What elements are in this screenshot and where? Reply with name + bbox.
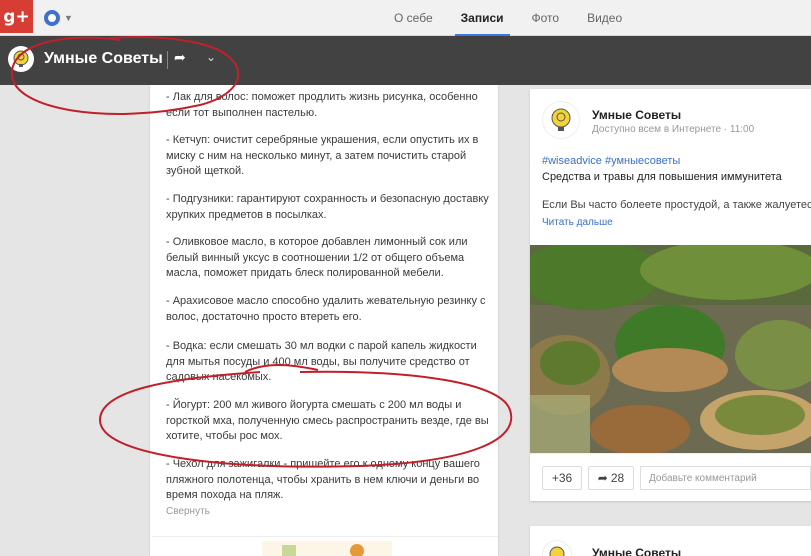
lightbulb-logo-icon[interactable] [542,101,580,139]
tab-about[interactable]: О себе [380,0,447,36]
page-title[interactable]: Умные Советы [44,50,163,68]
share-count: 28 [610,471,625,485]
header-divider [167,51,168,69]
post-paragraph: - Арахисовое масло способно удалить жева… [166,295,486,323]
tab-photos[interactable]: Фото [518,0,574,36]
post-paragraph: - Чехол для зажигалки - пришейте его к о… [166,458,480,501]
post-author-name[interactable]: Умные Советы [592,546,681,556]
share-button[interactable]: ➦ 28 [588,466,634,490]
top-bar: g+ ▼ О себе Записи Фото Видео [0,0,811,36]
lightbulb-logo-icon[interactable] [8,46,34,72]
read-more-link[interactable]: Читать дальше [542,217,613,228]
chevron-down-icon[interactable]: ⌄ [206,50,216,64]
herbs-photo[interactable] [530,245,811,453]
plus-one-button[interactable]: +36 [542,466,582,490]
google-plus-logo-icon[interactable]: g+ [0,0,33,33]
post-author-name[interactable]: Умные Советы [592,108,681,122]
next-post-preview [152,536,498,556]
post-paragraph: - Оливковое масло, в которое добавлен ли… [166,236,468,279]
tab-posts[interactable]: Записи [447,0,518,36]
post-heading: Средства и травы для повышения иммунитет… [542,171,782,183]
post-paragraph: - Водка: если смешать 30 мл водки с паро… [166,340,477,383]
post-actions-bar: +36 ➦ 28 Добавьте комментарий [530,453,811,501]
tab-videos[interactable]: Видео [573,0,636,36]
google-plus-page: g+ ▼ О себе Записи Фото Видео Умные Сове… [0,0,811,556]
comment-input[interactable]: Добавьте комментарий [640,466,811,490]
share-arrow-icon[interactable]: ➦ [174,49,186,66]
share-arrow-icon: ➦ [597,471,608,485]
collapse-link[interactable]: Свернуть [166,506,210,517]
post-excerpt: Если Вы часто болеете простудой, а также… [542,199,811,211]
post-card-right-next: Умные Советы [530,526,811,556]
lightbulb-logo-icon[interactable] [542,540,572,556]
page-header-bar: Умные Советы ➦ ⌄ [0,36,811,85]
post-meta: Доступно всем в Интернете · 11:00 [592,124,755,135]
profile-tabs: О себе Записи Фото Видео [380,0,636,36]
chevron-down-icon: ▼ [64,13,73,23]
account-switcher-icon [44,10,60,26]
post-paragraph: - Лак для волос: поможет продлить жизнь … [166,91,478,119]
post-paragraph: - Подгузники: гарантируют сохранность и … [166,193,489,221]
post-card-left: - Лак для волос: поможет продлить жизнь … [150,85,498,556]
post-paragraph: - Кетчуп: очистит серебряные украшения, … [166,134,479,177]
account-switcher[interactable]: ▼ [40,7,84,29]
post-hashtags[interactable]: #wiseadvice #умныесоветы [542,155,680,167]
post-card-right: Умные Советы Доступно всем в Интернете ·… [530,89,811,501]
post-paragraph: - Йогурт: 200 мл живого йогурта смешать … [166,399,489,442]
